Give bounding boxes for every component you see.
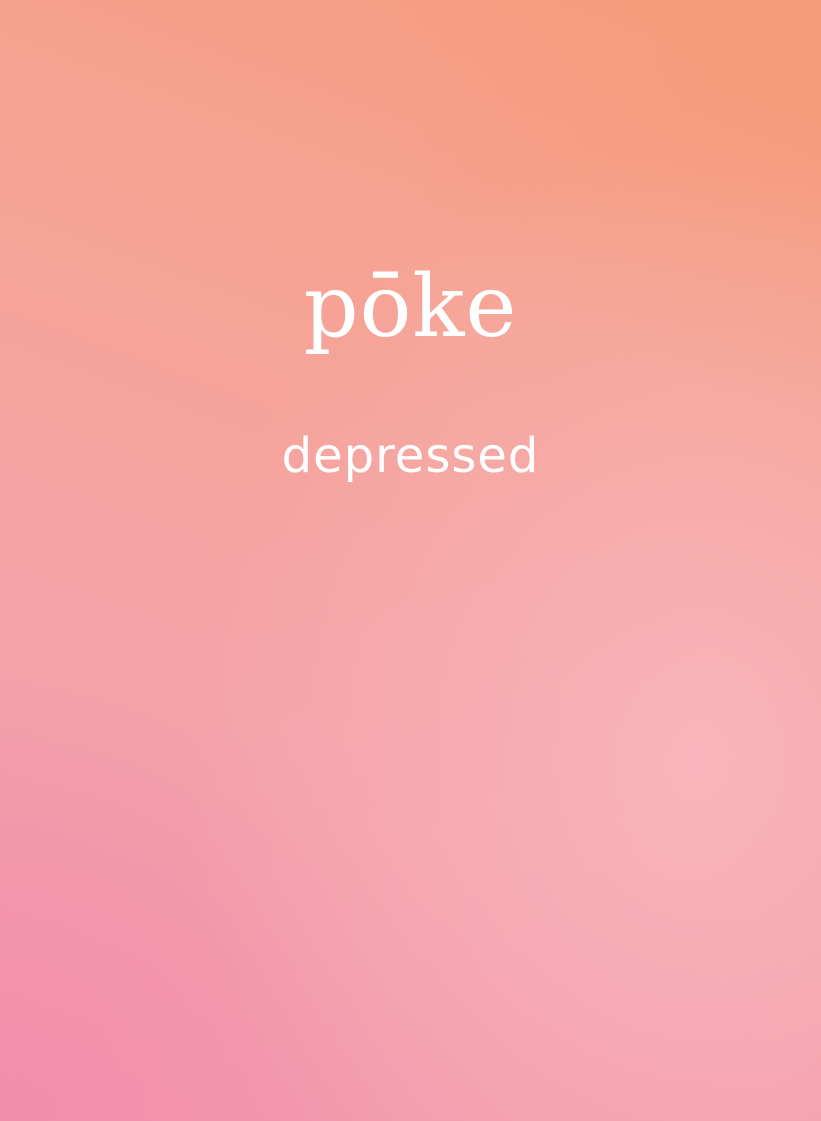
word-translation: depressed [281,428,540,484]
light-glow [0,0,821,1121]
word-title: pōke [303,257,518,357]
word-card: pōke depressed [0,0,821,1121]
